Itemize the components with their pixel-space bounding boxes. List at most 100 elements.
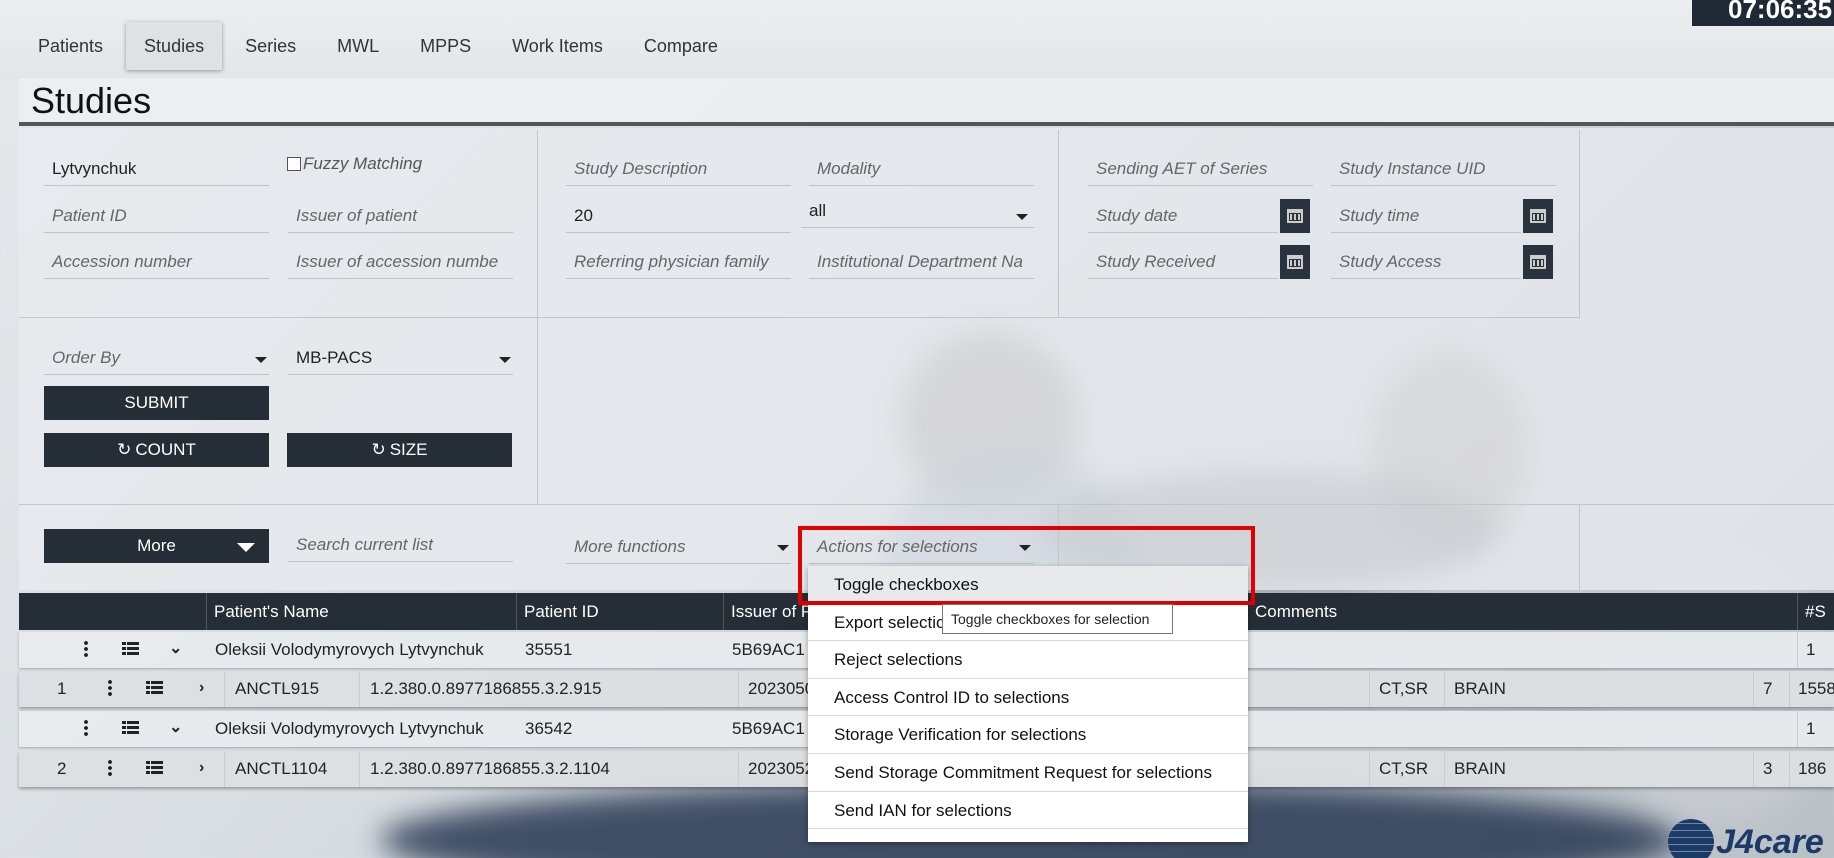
tab-studies[interactable]: Studies — [126, 22, 223, 70]
refresh-icon: ↻ — [117, 440, 132, 459]
count-cell: 1 — [1806, 719, 1816, 738]
issuer-of-accession-field[interactable]: Issuer of accession numbe — [288, 245, 513, 279]
accession-cell: ANCTL1104 — [235, 759, 328, 778]
actions-for-selections-select[interactable]: Actions for selections — [809, 530, 1034, 564]
study-access-calendar-button[interactable] — [1523, 245, 1553, 279]
col-comments[interactable]: Comments — [1247, 593, 1447, 630]
limit-field[interactable]: 20 — [566, 199, 791, 233]
col-num-series[interactable]: #S — [1797, 593, 1834, 630]
row-index-cell: 1 — [57, 679, 67, 698]
chevron-down-icon[interactable] — [777, 545, 789, 551]
size-button[interactable]: ↻ SIZE — [287, 433, 512, 467]
order-by-select[interactable]: Order By — [44, 341, 269, 375]
col-patient-id[interactable]: Patient ID — [516, 593, 716, 630]
more-label: More — [137, 536, 176, 555]
calendar-icon — [1287, 255, 1303, 269]
chevron-right-icon[interactable]: › — [199, 679, 204, 697]
submit-button[interactable]: SUBMIT — [44, 386, 269, 420]
size-cell: 1558 — [1798, 679, 1834, 698]
study-time-calendar-button[interactable] — [1523, 199, 1553, 233]
menu-item-reject-selections[interactable]: Reject selections — [808, 641, 1248, 679]
study-instance-uid-field[interactable]: Study Instance UID — [1331, 152, 1556, 186]
more-functions-select[interactable]: More functions — [566, 530, 791, 564]
count-label: COUNT — [135, 440, 196, 459]
tab-mpps[interactable]: MPPS — [402, 22, 489, 70]
clock: 07:06:35 — [1692, 0, 1834, 26]
list-icon[interactable] — [146, 681, 163, 695]
modality-select[interactable]: all — [801, 194, 1034, 228]
menu-item-storage-commitment[interactable]: Send Storage Commitment Request for sele… — [808, 754, 1248, 792]
tab-patients[interactable]: Patients — [20, 22, 121, 70]
j4care-logo: J4care — [1668, 819, 1834, 858]
menu-item-more[interactable] — [808, 829, 1248, 842]
patient-name-field[interactable]: Lytvynchuk — [44, 152, 269, 186]
col-patient-name[interactable]: Patient's Name — [206, 593, 506, 630]
size-label: SIZE — [389, 440, 428, 459]
tab-compare[interactable]: Compare — [626, 22, 736, 70]
count-cell: 1 — [1806, 640, 1816, 659]
tab-work-items[interactable]: Work Items — [494, 22, 621, 70]
patient-id-field[interactable]: Patient ID — [44, 199, 269, 233]
study-uid-cell: 1.2.380.0.8977186855.3.2.915 — [370, 679, 602, 698]
more-button[interactable]: More — [44, 529, 269, 563]
issuer-of-patient-field[interactable]: Issuer of patient — [288, 199, 513, 233]
menu-item-send-ian[interactable]: Send IAN for selections — [808, 792, 1248, 830]
study-access-field[interactable]: Study Access — [1331, 245, 1521, 279]
row-index-cell: 2 — [57, 759, 67, 778]
refresh-icon: ↻ — [371, 440, 386, 459]
menu-item-storage-verification[interactable]: Storage Verification for selections — [808, 716, 1248, 754]
patient-id-cell: 36542 — [525, 719, 573, 738]
divider — [1579, 130, 1580, 318]
study-date-field[interactable]: Study date — [1088, 199, 1278, 233]
chevron-down-icon — [237, 543, 255, 552]
divider — [19, 317, 1579, 318]
list-icon[interactable] — [146, 761, 163, 775]
chevron-right-icon[interactable]: › — [199, 759, 204, 777]
more-vert-icon[interactable] — [84, 719, 88, 737]
chevron-down-icon[interactable] — [255, 357, 267, 363]
chevron-down-icon[interactable] — [1019, 545, 1031, 551]
menu-item-toggle-checkboxes[interactable]: Toggle checkboxes — [808, 566, 1248, 604]
calendar-icon — [1287, 209, 1303, 223]
chevron-down-icon[interactable]: ⌄ — [169, 717, 182, 737]
more-vert-icon[interactable] — [84, 640, 88, 658]
size-cell: 186 — [1798, 759, 1827, 778]
study-time-field[interactable]: Study time — [1331, 199, 1521, 233]
accession-cell: ANCTL915 — [235, 679, 320, 698]
chevron-down-icon[interactable]: ⌄ — [169, 638, 182, 658]
more-vert-icon[interactable] — [108, 759, 112, 777]
chevron-down-icon[interactable] — [499, 357, 511, 363]
tab-mwl[interactable]: MWL — [319, 22, 397, 70]
page-title-bar: Studies — [19, 78, 1834, 126]
sending-aet-field[interactable]: Sending AET of Series — [1088, 152, 1313, 186]
modalities-cell: CT,SR — [1379, 759, 1429, 778]
more-vert-icon[interactable] — [108, 679, 112, 697]
count-button[interactable]: ↻ COUNT — [44, 433, 269, 467]
institutional-department-field[interactable]: Institutional Department Na — [809, 245, 1034, 279]
menu-item-access-control-id[interactable]: Access Control ID to selections — [808, 679, 1248, 717]
globe-icon — [1668, 819, 1714, 858]
fuzzy-matching-checkbox[interactable]: Fuzzy Matching — [287, 154, 422, 174]
nav-tabs: Patients Studies Series MWL MPPS Work It… — [20, 22, 741, 70]
aet-select[interactable]: MB-PACS — [288, 341, 513, 375]
checkbox-icon[interactable] — [287, 157, 301, 171]
modality-field[interactable]: Modality — [809, 152, 1034, 186]
accession-number-field[interactable]: Accession number — [44, 245, 269, 279]
study-uid-cell: 1.2.380.0.8977186855.3.2.1104 — [370, 759, 610, 778]
study-date-calendar-button[interactable] — [1280, 199, 1310, 233]
study-received-field[interactable]: Study Received — [1088, 245, 1278, 279]
fuzzy-matching-label: Fuzzy Matching — [303, 154, 423, 173]
patient-name-cell: Oleksii Volodymyrovych Lytvynchuk — [215, 719, 484, 738]
calendar-icon — [1530, 255, 1546, 269]
list-icon[interactable] — [122, 721, 139, 735]
patient-name-cell: Oleksii Volodymyrovych Lytvynchuk — [215, 640, 484, 659]
logo-text: J4care — [1716, 822, 1824, 858]
list-icon[interactable] — [122, 642, 139, 656]
search-list-input[interactable]: Search current list — [288, 528, 513, 562]
study-description-field[interactable]: Study Description — [566, 152, 791, 186]
chevron-down-icon[interactable] — [1016, 214, 1028, 220]
referring-physician-field[interactable]: Referring physician family — [566, 245, 791, 279]
tab-series[interactable]: Series — [227, 22, 314, 70]
study-received-calendar-button[interactable] — [1280, 245, 1310, 279]
patient-id-cell: 35551 — [525, 640, 573, 659]
